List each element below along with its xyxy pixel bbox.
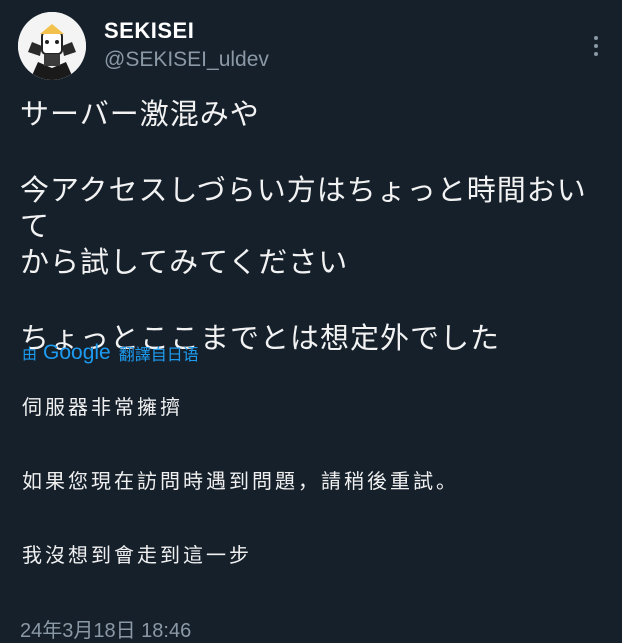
more-horizontal-icon-dot xyxy=(594,52,598,56)
more-horizontal-icon-dot xyxy=(594,44,598,48)
avatar-illustration xyxy=(18,12,86,80)
tweet-header: SEKISEI @SEKISEI_uldev xyxy=(18,12,608,82)
display-name[interactable]: SEKISEI xyxy=(104,18,269,44)
author-handle[interactable]: @SEKISEI_uldev xyxy=(104,48,269,72)
translated-by-google[interactable]: 由 Google 翻譯自日语 xyxy=(22,341,199,365)
more-horizontal-icon xyxy=(594,36,598,40)
author-names: SEKISEI @SEKISEI_uldev xyxy=(104,18,269,72)
google-label: Google xyxy=(43,341,111,364)
tweet-timestamp[interactable]: 24年3月18日 18:46 xyxy=(20,614,191,643)
translation-line: 我沒想到會走到這一步 xyxy=(22,543,252,567)
tweet-line: サーバー激混みや xyxy=(20,97,260,131)
translation-line: 伺服器非常擁擠 xyxy=(22,395,183,419)
tweet-line: から試してみてください xyxy=(20,245,349,279)
avatar[interactable] xyxy=(18,12,86,80)
translated-from-label: 翻譯自日语 xyxy=(118,347,199,364)
translation-line: 如果您現在訪問時遇到問題，請稍後重試。 xyxy=(22,469,459,493)
translation-text: 伺服器非常擁擠 如果您現在訪問時遇到問題，請稍後重試。 我沒想到會走到這一步 xyxy=(22,393,612,569)
more-options-button[interactable] xyxy=(586,36,606,56)
tweet-line: 今アクセスしづらい方はちょっと時間おいて xyxy=(20,173,587,243)
translated-by-prefix: 由 xyxy=(22,345,38,363)
tweet-text: サーバー激混みや 今アクセスしづらい方はちょっと時間おいて から試してみてくださ… xyxy=(20,96,610,356)
